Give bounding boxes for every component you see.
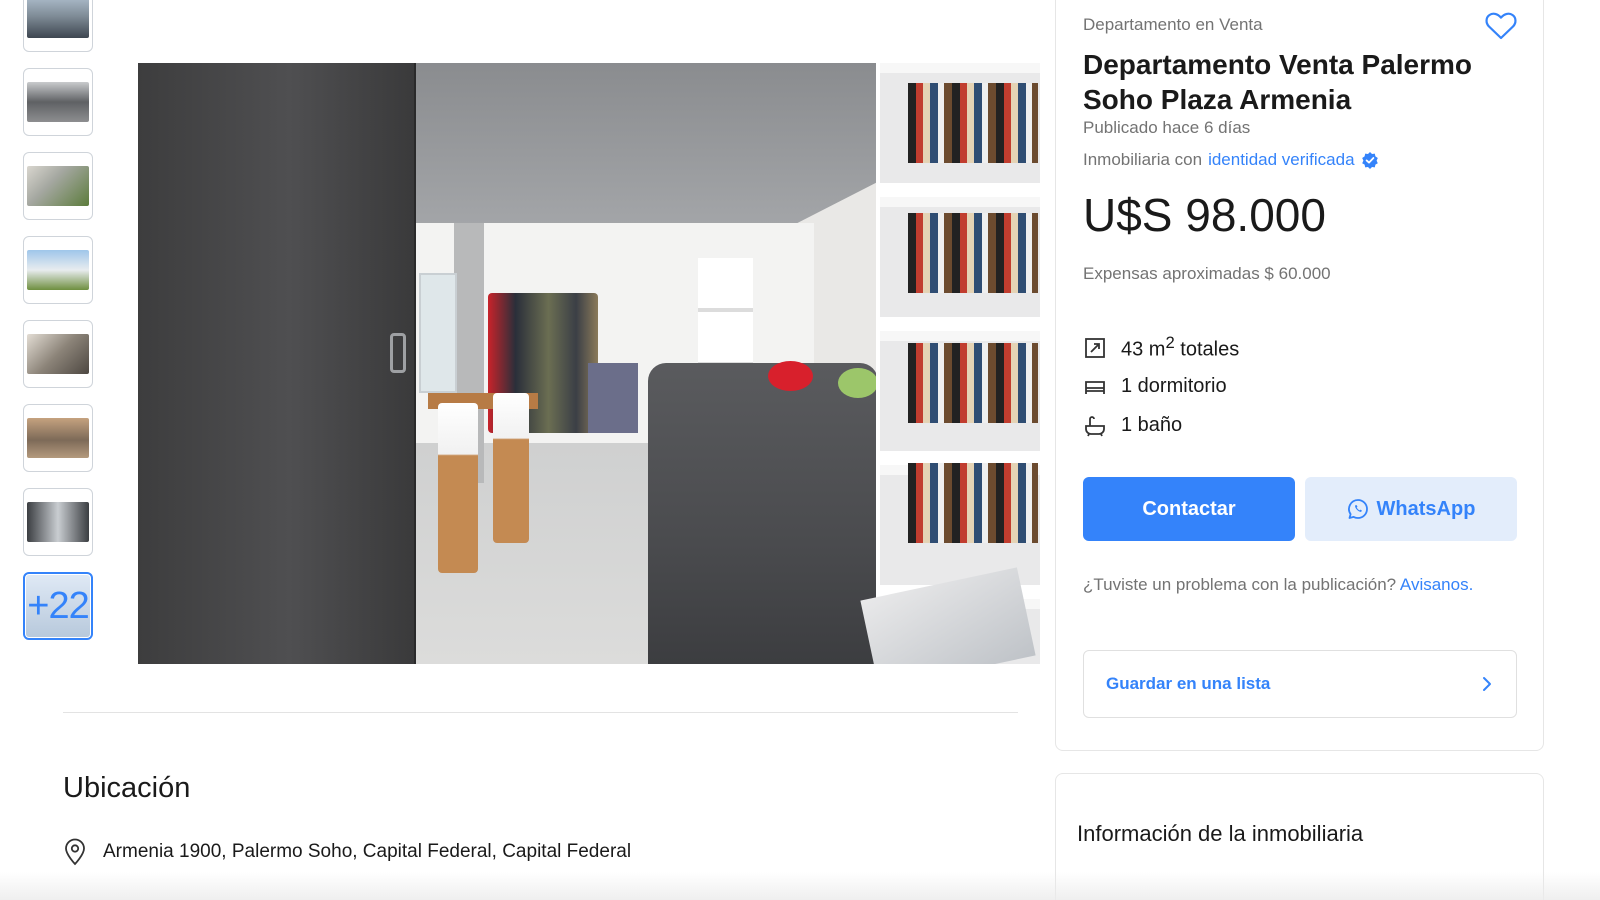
photo-pillow xyxy=(768,361,813,391)
address-row: Armenia 1900, Palermo Soho, Capital Fede… xyxy=(63,838,631,866)
thumbnail[interactable] xyxy=(23,488,93,556)
chevron-right-icon xyxy=(1480,675,1494,693)
thumbnail[interactable] xyxy=(23,236,93,304)
whatsapp-button[interactable]: WhatsApp xyxy=(1305,477,1517,541)
thumbnail[interactable] xyxy=(23,0,93,52)
save-to-list-label: Guardar en una lista xyxy=(1106,674,1271,693)
verified-identity-link[interactable]: identidad verificada xyxy=(1208,150,1354,170)
thumbnail[interactable] xyxy=(23,404,93,472)
report-problem-text: ¿Tuviste un problema con la publicación? xyxy=(1083,575,1397,594)
more-photos-thumbnail[interactable]: +22 xyxy=(23,572,93,640)
agency-card: Información de la inmobiliaria xyxy=(1055,773,1544,900)
thumbnail-strip: +22 xyxy=(23,0,93,656)
thumbnail-image xyxy=(27,0,89,38)
feature-bathrooms: 1 baño xyxy=(1083,406,1239,445)
save-to-list-button[interactable]: Guardar en una lista xyxy=(1083,650,1517,718)
thumbnail[interactable] xyxy=(23,320,93,388)
photo-bed xyxy=(588,363,638,433)
photo-door xyxy=(138,63,416,664)
whatsapp-icon xyxy=(1347,498,1369,520)
published-date: Publicado hace 6 días xyxy=(1083,118,1251,137)
photo-books xyxy=(908,83,1038,163)
photo-pillow xyxy=(838,368,878,398)
favorite-heart-icon[interactable] xyxy=(1484,11,1518,41)
thumbnail-image xyxy=(27,82,89,122)
listing-subtitle: Departamento en Venta xyxy=(1083,15,1263,34)
bed-icon xyxy=(1083,375,1107,399)
photo-window xyxy=(419,273,457,393)
photo-door-handle xyxy=(390,333,406,373)
photo-sofa xyxy=(648,363,878,664)
report-problem-link[interactable]: Avisanos. xyxy=(1400,575,1473,594)
thumbnail[interactable] xyxy=(23,68,93,136)
main-photo[interactable] xyxy=(138,63,1040,664)
feature-bathrooms-text: 1 baño xyxy=(1121,414,1183,436)
feature-area-text: 43 m2 totales xyxy=(1121,333,1239,362)
whatsapp-button-label: WhatsApp xyxy=(1376,497,1476,520)
area-icon xyxy=(1083,336,1107,360)
bathtub-icon xyxy=(1083,414,1107,438)
listing-title: Departamento Venta Palermo Soho Plaza Ar… xyxy=(1083,49,1473,115)
verified-prefix: Inmobiliaria con xyxy=(1083,150,1203,169)
price: U$S 98.000 xyxy=(1083,189,1326,241)
expensas: Expensas aproximadas $ 60.000 xyxy=(1083,264,1331,283)
photo-books xyxy=(908,213,1038,293)
thumbnail[interactable] xyxy=(23,152,93,220)
photo-chair xyxy=(438,403,478,573)
verified-check-icon xyxy=(1361,151,1379,169)
report-problem: ¿Tuviste un problema con la publicación?… xyxy=(1083,575,1473,595)
section-divider xyxy=(63,712,1018,713)
thumbnail-image xyxy=(27,250,89,290)
photo-books xyxy=(908,463,1038,543)
thumbnail-image xyxy=(27,502,89,542)
feature-bedrooms-text: 1 dormitorio xyxy=(1121,375,1227,397)
photo-books xyxy=(908,343,1038,423)
feature-area-suffix: totales xyxy=(1174,338,1240,361)
location-title: Ubicación xyxy=(63,772,191,804)
contact-button-label: Contactar xyxy=(1142,497,1236,520)
thumbnail-image xyxy=(27,334,89,374)
map-pin-icon xyxy=(63,838,87,866)
feature-area: 43 m2 totales xyxy=(1083,328,1239,367)
more-photos-count: +22 xyxy=(27,584,89,627)
feature-area-value: 43 m xyxy=(1121,338,1166,361)
photo-chair xyxy=(493,393,529,543)
address-text: Armenia 1900, Palermo Soho, Capital Fede… xyxy=(103,841,632,862)
features-list: 43 m2 totales 1 dormitorio 1 baño xyxy=(1083,328,1239,445)
more-photos-overlay: +22 xyxy=(26,575,90,637)
listing-card: Departamento en Venta Departamento Venta… xyxy=(1055,0,1544,751)
contact-button[interactable]: Contactar xyxy=(1083,477,1295,541)
verified-row: Inmobiliaria con identidad verificada xyxy=(1083,150,1379,170)
feature-area-superscript: 2 xyxy=(1165,333,1175,353)
thumbnail-image xyxy=(27,418,89,458)
thumbnail-image xyxy=(27,166,89,206)
feature-bedrooms: 1 dormitorio xyxy=(1083,367,1239,406)
agency-title: Información de la inmobiliaria xyxy=(1077,821,1364,846)
